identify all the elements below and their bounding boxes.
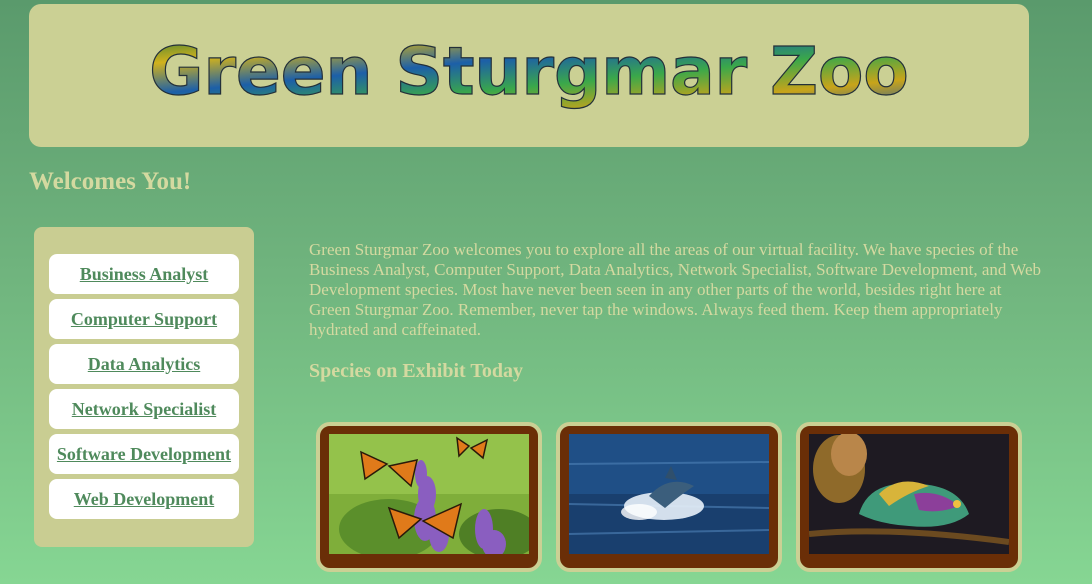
nav-data-analytics[interactable]: Data Analytics	[49, 344, 239, 384]
nav-business-analyst[interactable]: Business Analyst	[49, 254, 239, 294]
exhibit-card-dolphin[interactable]	[556, 422, 782, 572]
nav-computer-support[interactable]: Computer Support	[49, 299, 239, 339]
dolphin-photo	[569, 434, 769, 554]
welcome-heading: Welcomes You!	[29, 168, 192, 195]
intro-paragraph: Green Sturgmar Zoo welcomes you to explo…	[309, 240, 1042, 339]
nav-software-development[interactable]: Software Development	[49, 434, 239, 474]
butterfly-photo	[329, 434, 529, 554]
sidebar-nav: Business Analyst Computer Support Data A…	[34, 227, 254, 547]
zoo-logo-title: Green Sturgmar Zoo	[149, 32, 910, 110]
site-title: Green Sturgmar Zoo	[149, 33, 908, 110]
chameleon-photo	[809, 434, 1009, 554]
nav-web-development[interactable]: Web Development	[49, 479, 239, 519]
exhibit-card-butterfly[interactable]	[316, 422, 542, 572]
exhibit-card-chameleon[interactable]	[796, 422, 1022, 572]
header-banner: Green Sturgmar Zoo	[29, 4, 1029, 147]
species-heading: Species on Exhibit Today	[309, 360, 523, 382]
nav-network-specialist[interactable]: Network Specialist	[49, 389, 239, 429]
